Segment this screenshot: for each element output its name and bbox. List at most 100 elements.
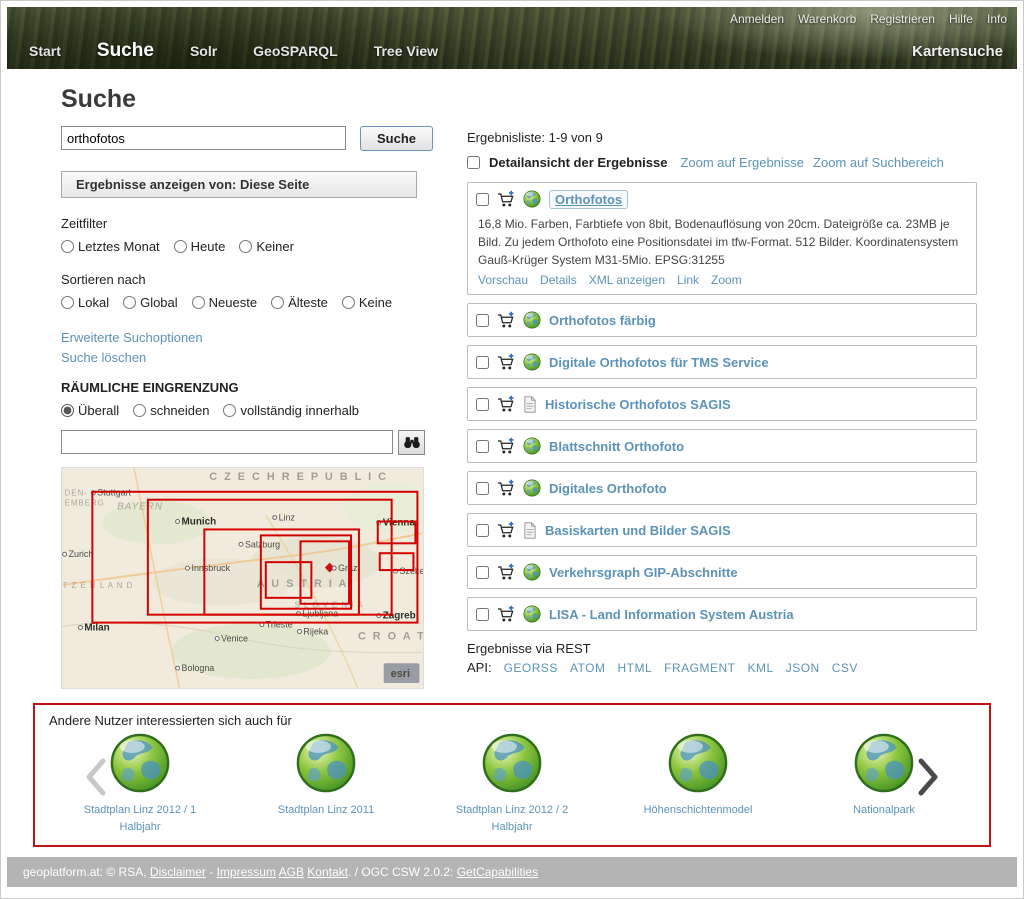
- spatial-map-svg[interactable]: esri C Z E C H R E P U B L I CDEN-EMBERG…: [62, 468, 423, 688]
- spatial-map[interactable]: esri C Z E C H R E P U B L I CDEN-EMBERG…: [61, 467, 424, 689]
- add-to-cart-icon[interactable]: [497, 190, 515, 208]
- nav-item-solr[interactable]: Solr: [190, 43, 217, 59]
- carousel-next-button[interactable]: [917, 757, 941, 800]
- add-to-cart-icon[interactable]: [497, 563, 515, 581]
- footer-link-agb[interactable]: AGB: [279, 865, 304, 879]
- result-title-link[interactable]: Historische Orthofotos SAGIS: [545, 397, 731, 412]
- place-search-input[interactable]: [61, 430, 393, 454]
- timefilter-radio[interactable]: [239, 240, 252, 253]
- advanced-search-link[interactable]: Erweiterte Suchoptionen: [61, 330, 203, 345]
- radio-option-global[interactable]: Global: [123, 295, 178, 310]
- result-title-link[interactable]: Digitale Orthofotos für TMS Service: [549, 355, 769, 370]
- nav-item-geosparql[interactable]: GeoSPARQL: [253, 43, 338, 59]
- result-action-link[interactable]: Link: [677, 273, 699, 287]
- result-action-details[interactable]: Details: [540, 273, 577, 287]
- result-title-link[interactable]: Digitales Orthofoto: [549, 481, 667, 496]
- result-action-zoom[interactable]: Zoom: [711, 273, 742, 287]
- nav-item-suche[interactable]: Suche: [97, 40, 154, 62]
- detail-view-checkbox[interactable]: [467, 156, 480, 169]
- result-title-link[interactable]: Verkehrsgraph GIP-Abschnitte: [549, 565, 738, 580]
- spatial-radio[interactable]: [223, 404, 236, 417]
- sort-radio[interactable]: [61, 296, 74, 309]
- radio-option-schneiden[interactable]: schneiden: [133, 403, 209, 418]
- radio-option-älteste[interactable]: Älteste: [271, 295, 328, 310]
- result-title-link[interactable]: Orthofotos: [549, 190, 628, 209]
- footer-link-getcapabilities[interactable]: GetCapabilities: [457, 865, 538, 879]
- related-item[interactable]: Stadtplan Linz 2011: [258, 732, 394, 835]
- spatial-radio[interactable]: [133, 404, 146, 417]
- add-to-cart-icon[interactable]: [497, 479, 515, 497]
- nav-item-tree-view[interactable]: Tree View: [374, 43, 438, 59]
- related-item[interactable]: Höhenschichtenmodel: [630, 732, 766, 835]
- place-search-button[interactable]: [398, 430, 425, 455]
- related-item[interactable]: Stadtplan Linz 2012 / 2 Halbjahr: [444, 732, 580, 835]
- search-input[interactable]: [61, 126, 346, 150]
- api-link-fragment[interactable]: FRAGMENT: [664, 661, 735, 675]
- add-to-cart-icon[interactable]: [497, 605, 515, 623]
- zoom-search-area-link[interactable]: Zoom auf Suchbereich: [813, 155, 944, 170]
- add-to-cart-icon[interactable]: [497, 353, 515, 371]
- related-item-label[interactable]: Stadtplan Linz 2011: [258, 802, 394, 819]
- related-item-label[interactable]: Stadtplan Linz 2012 / 1 Halbjahr: [72, 802, 208, 835]
- result-select-checkbox[interactable]: [476, 566, 489, 579]
- radio-option-heute[interactable]: Heute: [174, 239, 226, 254]
- result-select-checkbox[interactable]: [476, 314, 489, 327]
- sort-radio[interactable]: [271, 296, 284, 309]
- api-link-kml[interactable]: KML: [748, 661, 774, 675]
- top-link-hilfe[interactable]: Hilfe: [949, 12, 973, 26]
- result-title-link[interactable]: Basiskarten und Bilder SAGIS: [545, 523, 731, 538]
- footer-link-disclaimer[interactable]: Disclaimer: [150, 865, 206, 879]
- search-submit-button[interactable]: Suche: [360, 126, 433, 151]
- result-title-link[interactable]: Blattschnitt Orthofoto: [549, 439, 684, 454]
- radio-option-vollständig-innerhalb[interactable]: vollständig innerhalb: [223, 403, 359, 418]
- nav-item-start[interactable]: Start: [29, 43, 61, 59]
- result-select-checkbox[interactable]: [476, 608, 489, 621]
- related-item-label[interactable]: Nationalpark: [816, 802, 952, 819]
- api-link-atom[interactable]: ATOM: [570, 661, 606, 675]
- api-link-html[interactable]: HTML: [618, 661, 653, 675]
- sort-radio[interactable]: [123, 296, 136, 309]
- result-select-checkbox[interactable]: [476, 193, 489, 206]
- spatial-radio[interactable]: [61, 404, 74, 417]
- add-to-cart-icon[interactable]: [497, 395, 515, 413]
- result-action-vorschau[interactable]: Vorschau: [478, 273, 528, 287]
- radio-option-überall[interactable]: Überall: [61, 403, 119, 418]
- api-link-georss[interactable]: GEORSS: [504, 661, 558, 675]
- result-select-checkbox[interactable]: [476, 524, 489, 537]
- top-link-anmelden[interactable]: Anmelden: [730, 12, 784, 26]
- related-item-label[interactable]: Höhenschichtenmodel: [630, 802, 766, 819]
- clear-search-link[interactable]: Suche löschen: [61, 350, 146, 365]
- radio-option-keiner[interactable]: Keiner: [239, 239, 294, 254]
- radio-option-lokal[interactable]: Lokal: [61, 295, 109, 310]
- top-link-registrieren[interactable]: Registrieren: [870, 12, 935, 26]
- sort-radio[interactable]: [192, 296, 205, 309]
- zoom-results-link[interactable]: Zoom auf Ergebnisse: [680, 155, 804, 170]
- nav-item-kartensuche[interactable]: Kartensuche: [912, 43, 1003, 60]
- top-link-warenkorb[interactable]: Warenkorb: [798, 12, 856, 26]
- related-item-label[interactable]: Stadtplan Linz 2012 / 2 Halbjahr: [444, 802, 580, 835]
- timefilter-radio[interactable]: [174, 240, 187, 253]
- radio-option-letztes-monat[interactable]: Letztes Monat: [61, 239, 160, 254]
- add-to-cart-icon[interactable]: [497, 521, 515, 539]
- radio-option-neueste[interactable]: Neueste: [192, 295, 257, 310]
- top-link-info[interactable]: Info: [987, 12, 1007, 26]
- footer-link-kontakt[interactable]: Kontakt: [307, 865, 348, 879]
- map-city-label: Zagreb: [383, 611, 416, 622]
- carousel-prev-button[interactable]: [83, 757, 107, 800]
- sort-radio[interactable]: [342, 296, 355, 309]
- timefilter-radio[interactable]: [61, 240, 74, 253]
- api-link-csv[interactable]: CSV: [832, 661, 858, 675]
- add-to-cart-icon[interactable]: [497, 311, 515, 329]
- result-select-checkbox[interactable]: [476, 356, 489, 369]
- add-to-cart-icon[interactable]: [497, 437, 515, 455]
- result-select-checkbox[interactable]: [476, 398, 489, 411]
- result-title-link[interactable]: LISA - Land Information System Austria: [549, 607, 794, 622]
- footer-link-impressum[interactable]: Impressum: [217, 865, 276, 879]
- result-select-checkbox[interactable]: [476, 482, 489, 495]
- result-select-checkbox[interactable]: [476, 440, 489, 453]
- radio-option-keine[interactable]: Keine: [342, 295, 392, 310]
- result-action-xml-anzeigen[interactable]: XML anzeigen: [589, 273, 665, 287]
- result-title-link[interactable]: Orthofotos färbig: [549, 313, 656, 328]
- page: Anmelden Warenkorb Registrieren Hilfe Info S…: [0, 0, 1024, 899]
- api-link-json[interactable]: JSON: [786, 661, 820, 675]
